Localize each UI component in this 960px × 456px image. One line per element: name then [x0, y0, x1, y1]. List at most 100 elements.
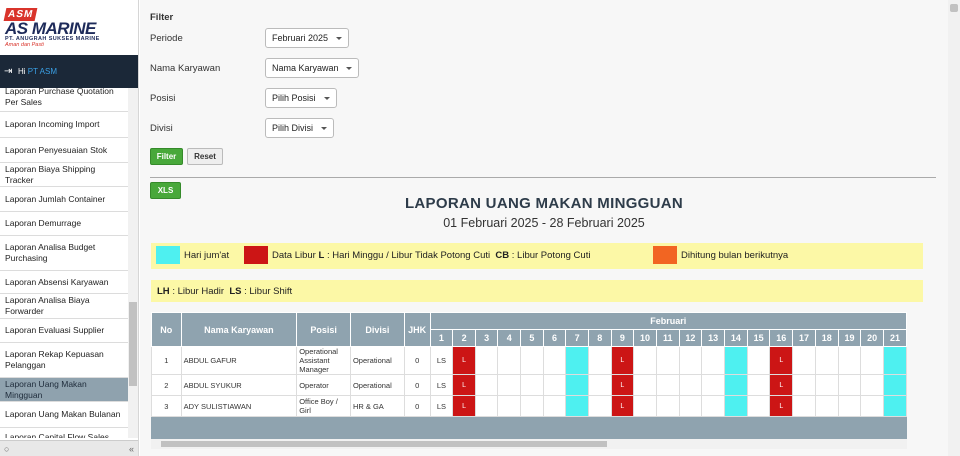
table-row[interactable]: 2 ABDUL SYUKUR Operator Operational 0 LS L L L [151, 374, 907, 396]
header-day: 20 [860, 329, 885, 347]
cell-day [792, 395, 816, 417]
filter-button[interactable]: Filter [150, 148, 183, 165]
header-day: 19 [837, 329, 862, 347]
cell-day [542, 395, 567, 417]
cell-jhk: 0 [403, 346, 431, 375]
header-divisi: Divisi [349, 312, 405, 347]
divisi-select[interactable]: Pilih Divisi [265, 118, 334, 138]
cell-day-libur: L [452, 395, 476, 417]
sidebar-item[interactable]: Laporan Biaya Shipping Tracker [0, 163, 128, 187]
table-row[interactable]: 3 ADY SULISTIAWAN Office Boy / Girl HR & GA… [151, 395, 907, 417]
cell-day [655, 374, 680, 396]
cell-divisi: HR & GA [349, 395, 405, 417]
posisi-value: Pilih Posisi [272, 93, 316, 103]
cell-day [497, 374, 522, 396]
header-jhk: JHK [403, 312, 431, 347]
cell-posisi: Operator [296, 374, 351, 396]
cell-day [814, 374, 839, 396]
cell-day [633, 374, 657, 396]
sidebar-item[interactable]: Laporan Demurrage [0, 212, 128, 236]
header-month: Februari [429, 312, 907, 330]
cell-day [587, 346, 612, 375]
table-horizontal-scrollbar[interactable] [151, 439, 907, 449]
sidebar-item[interactable]: Laporan Absensi Karyawan [0, 271, 128, 294]
cell-day [655, 346, 680, 375]
page-scrollbar[interactable] [948, 0, 960, 456]
karyawan-select[interactable]: Nama Karyawan [265, 58, 359, 78]
cell-posisi: Office Boy / Girl [296, 395, 351, 417]
table-row[interactable]: 1 ABDUL GAFUR Operational Assistant Manage… [151, 346, 907, 375]
user-bar[interactable]: ⇥ Hi PT ASM [0, 55, 138, 88]
cell-day [587, 395, 612, 417]
header-day: 12 [678, 329, 703, 347]
karyawan-label: Nama Karyawan [150, 63, 221, 74]
cell-day [633, 346, 657, 375]
sidebar-item[interactable]: Laporan Purchase Quotation Per Sales [0, 88, 128, 112]
divisi-label: Divisi [150, 123, 173, 134]
posisi-select[interactable]: Pilih Posisi [265, 88, 337, 108]
header-day: 5 [520, 329, 544, 347]
periode-label: Periode [150, 33, 183, 44]
sidebar-item[interactable]: Laporan Jumlah Container [0, 187, 128, 212]
cell-day [497, 346, 522, 375]
legend-lh-ls: LH : Libur Hadir LS : Libur Shift [157, 286, 293, 297]
sidebar-item[interactable]: Laporan Analisa Biaya Forwarder [0, 294, 128, 319]
sidebar-scrollbar[interactable] [128, 88, 138, 438]
main-content: Filter Periode Februari 2025 Nama Karyaw… [140, 0, 948, 456]
cell-day [542, 374, 567, 396]
user-name: PT ASM [27, 67, 57, 76]
cell-day-libur: L [610, 395, 635, 417]
sidebar-menu: Laporan Purchase Quotation Per Sales Lapo… [0, 88, 128, 438]
table-scroll-thumb[interactable] [161, 441, 607, 447]
cell-day [860, 346, 885, 375]
cell-day-friday [724, 395, 748, 417]
legend-next-month: Dihitung bulan berikutnya [681, 250, 789, 261]
logo-tagline: Aman dan Pasti [5, 42, 44, 48]
cell-divisi: Operational [349, 374, 405, 396]
cell-nama: ABDUL GAFUR [180, 346, 298, 375]
divisi-value: Pilih Divisi [272, 123, 314, 133]
cell-day-friday [883, 374, 907, 396]
periode-select[interactable]: Februari 2025 [265, 28, 349, 48]
company-logo[interactable]: ASM AS MARINE PT. ANUGRAH SUKSES MARINE … [0, 0, 138, 55]
sidebar-item[interactable]: Laporan Rekap Kepuasan Pelanggan [0, 343, 128, 378]
header-day: 4 [497, 329, 522, 347]
settings-circle-icon[interactable]: ○ [4, 444, 9, 454]
sidebar-item[interactable]: Laporan Uang Makan Mingguan [0, 378, 128, 402]
cell-day [497, 395, 522, 417]
next-month-swatch [653, 246, 677, 264]
sidebar-footer: ○ « [0, 440, 138, 456]
header-day: 11 [655, 329, 680, 347]
cell-nama: ADY SULISTIAWAN [180, 395, 298, 417]
header-day: 13 [701, 329, 725, 347]
report-table-wrapper[interactable]: No Nama Karyawan Posisi Divisi JHK Februari 1 2… [151, 312, 907, 439]
reset-button[interactable]: Reset [187, 148, 223, 165]
cell-day-libur: L [610, 374, 635, 396]
cell-day [814, 346, 839, 375]
sidebar-item[interactable]: Laporan Evaluasi Supplier [0, 319, 128, 343]
logo-name: AS MARINE [5, 19, 96, 38]
sidebar-item[interactable]: Laporan Uang Makan Bulanan [0, 402, 128, 428]
cell-day [746, 346, 771, 375]
sidebar-scroll-thumb[interactable] [129, 302, 137, 386]
cell-day [814, 395, 839, 417]
sidebar-item[interactable]: Laporan Capital Flow Sales [0, 428, 128, 438]
header-day: 15 [746, 329, 771, 347]
cell-day-friday [565, 395, 589, 417]
cell-day [701, 346, 725, 375]
cell-day-libur: L [452, 346, 476, 375]
cell-day [474, 346, 499, 375]
logout-icon[interactable]: ⇥ [4, 66, 14, 77]
report-title: LAPORAN UANG MAKAN MINGGUAN [404, 195, 684, 212]
page-scroll-arrow[interactable] [950, 4, 958, 12]
sidebar-item[interactable]: Laporan Incoming Import [0, 112, 128, 138]
cell-day-libur: L [769, 346, 794, 375]
logo-mark: ASM [3, 8, 38, 21]
sidebar-item[interactable]: Laporan Analisa Budget Purchasing [0, 236, 128, 271]
sidebar-item[interactable]: Laporan Penyesuaian Stok [0, 138, 128, 163]
collapse-sidebar-icon[interactable]: « [129, 444, 134, 454]
cell-jhk: 0 [403, 374, 431, 396]
header-day: 10 [633, 329, 657, 347]
cell-day-friday [565, 374, 589, 396]
cell-day [860, 395, 885, 417]
